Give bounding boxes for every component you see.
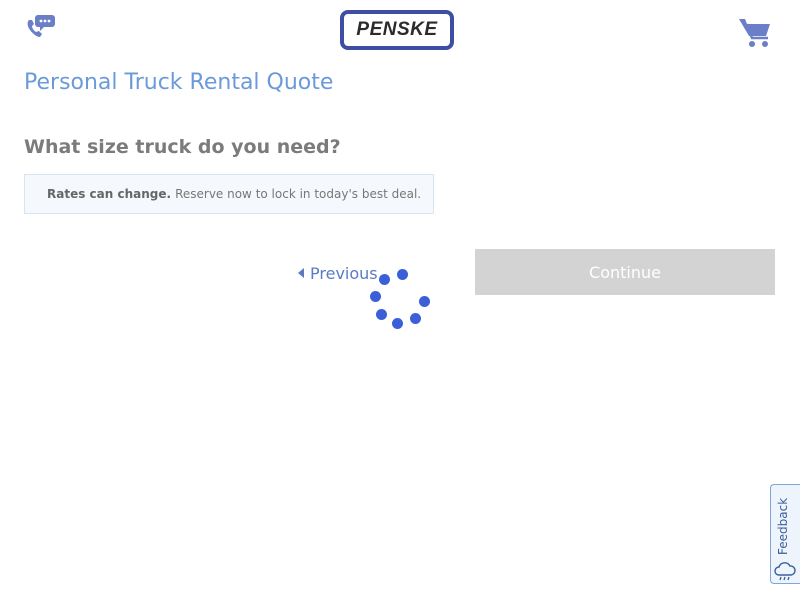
logo-text: PENSKE	[356, 19, 438, 40]
spinner-dot	[397, 269, 408, 280]
previous-link[interactable]: Previous	[298, 262, 378, 284]
spinner-dot	[376, 309, 387, 320]
spinner-dot	[379, 274, 390, 285]
continue-button[interactable]: Continue	[475, 249, 775, 295]
page: PENSKE Personal Truck Rental Quote What …	[0, 0, 800, 600]
spinner-dot	[410, 313, 421, 324]
penske-logo[interactable]: PENSKE	[340, 10, 454, 50]
spinner-dot	[370, 291, 381, 302]
rates-notice: Rates can change. Reserve now to lock in…	[24, 174, 434, 214]
spinner-dot	[419, 296, 430, 307]
rates-notice-strong: Rates can change.	[47, 187, 172, 201]
feedback-cloud-icon	[774, 562, 796, 581]
caret-left-icon	[298, 268, 304, 278]
feedback-label: Feedback	[776, 497, 790, 555]
rates-notice-text: Reserve now to lock in today's best deal…	[175, 187, 422, 201]
page-title: Personal Truck Rental Quote	[24, 70, 334, 95]
truck-size-question: What size truck do you need?	[24, 136, 341, 158]
shopping-cart-icon[interactable]	[738, 16, 772, 48]
loading-spinner-icon	[368, 266, 432, 330]
feedback-tab[interactable]: Feedback	[770, 484, 800, 584]
spinner-dot	[392, 318, 403, 329]
phone-chat-icon[interactable]	[24, 12, 56, 40]
